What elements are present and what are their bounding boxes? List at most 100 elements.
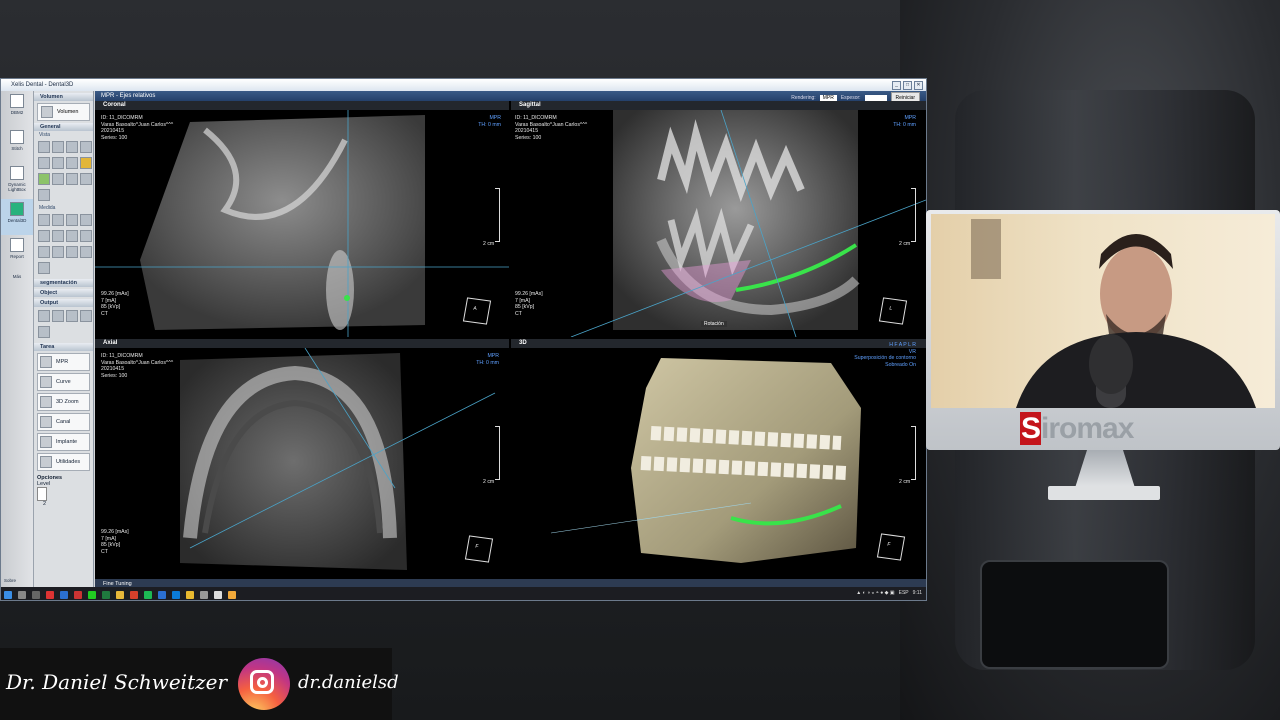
close-button[interactable]: ✕	[914, 81, 923, 90]
warning-icon[interactable]	[80, 157, 92, 169]
axial-image	[180, 348, 496, 570]
maximize-button[interactable]: □	[903, 81, 912, 90]
app-icon-1[interactable]	[46, 591, 54, 599]
app-sidebar: DBM2 Stitch Dynamic LightBox Dental3D Re…	[1, 91, 34, 589]
task-implante-button[interactable]: Implante	[37, 433, 90, 451]
object-header[interactable]: Object	[34, 289, 93, 297]
axial-view[interactable]: Axial ID: 11_DICOMRM Varas Basoalto^Juan …	[95, 339, 509, 575]
orientation-cube-coronal[interactable]: A	[462, 297, 492, 325]
instagram-handle[interactable]: dr.danielsd	[298, 672, 399, 693]
sidebar-item-lightbox[interactable]: Dynamic LightBox	[1, 163, 33, 199]
sagittal-scale-label: 2 cm	[899, 241, 911, 247]
chrome-icon[interactable]	[186, 591, 194, 599]
orientation-cube-axial[interactable]: F	[464, 535, 494, 563]
ruler-icon[interactable]	[38, 214, 50, 226]
film-icon[interactable]	[80, 310, 92, 322]
angle-icon[interactable]	[52, 214, 64, 226]
trash-icon[interactable]	[80, 246, 92, 258]
light-icon[interactable]	[38, 189, 50, 201]
sidebar-item-report[interactable]: Report	[1, 235, 33, 271]
3d-view[interactable]: 3D H F A P L R VR Superposición de conto…	[511, 339, 926, 575]
window-title: Xelis Dental - Dental3D	[11, 82, 74, 88]
rotation-label[interactable]: Rotación	[701, 321, 727, 327]
app-icon-2[interactable]	[60, 591, 68, 599]
axial-patient-info: ID: 11_DICOMRM Varas Basoalto^Juan Carlos…	[101, 353, 174, 379]
excel-icon[interactable]	[102, 591, 110, 599]
sidebar-about[interactable]: Sobre	[4, 578, 16, 583]
zoom-icon[interactable]	[66, 141, 78, 153]
volume-icon	[41, 106, 53, 118]
app-icon-9[interactable]	[228, 591, 236, 599]
task-utilidades-button[interactable]: Utilidades	[37, 453, 90, 471]
flip-icon[interactable]	[52, 157, 64, 169]
utilities-icon	[40, 456, 52, 468]
tray-icons[interactable]: ▲ ◐ ◑ ◒ ◓ ● ◆ ▣	[856, 590, 894, 596]
task-mpr-button[interactable]: MPR	[37, 353, 90, 371]
spotify-icon[interactable]	[144, 591, 152, 599]
pointer-icon[interactable]	[38, 246, 50, 258]
app-icon-3[interactable]	[74, 591, 82, 599]
folder-icon[interactable]	[116, 591, 124, 599]
copy-icon[interactable]	[52, 173, 64, 185]
arrow-icon[interactable]	[66, 230, 78, 242]
background-scanner-screen	[980, 560, 1169, 669]
sidebar-item-stitch[interactable]: Stitch	[1, 127, 33, 163]
app-icon-8[interactable]	[214, 591, 222, 599]
language-indicator[interactable]: ESP	[899, 590, 909, 596]
task-curve-button[interactable]: Curve	[37, 373, 90, 391]
clipboard-icon[interactable]	[38, 262, 50, 274]
target-icon[interactable]	[80, 173, 92, 185]
output-header[interactable]: Output	[34, 299, 93, 307]
windows-taskbar: ▲ ◐ ◑ ◒ ◓ ● ◆ ▣ ESP 9:11	[1, 587, 926, 600]
tarea-header[interactable]: Tarea	[34, 343, 93, 351]
orientation-cube-sagittal[interactable]: L	[878, 297, 908, 325]
export-icon[interactable]	[66, 310, 78, 322]
start-icon[interactable]	[4, 591, 12, 599]
search-icon[interactable]	[18, 591, 26, 599]
instagram-icon[interactable]	[238, 658, 290, 710]
volumen-button[interactable]: Volumen	[37, 103, 90, 121]
app-icon-4[interactable]	[130, 591, 138, 599]
presenter-image	[971, 219, 1256, 408]
area-icon[interactable]	[80, 214, 92, 226]
stamp-icon[interactable]	[66, 246, 78, 258]
minimize-button[interactable]: _	[892, 81, 901, 90]
layout-icon[interactable]	[66, 173, 78, 185]
disc-icon[interactable]	[38, 326, 50, 338]
sidebar-item-dental3d[interactable]: Dental3D	[1, 199, 33, 235]
sidebar-item-dbm2[interactable]: DBM2	[1, 91, 33, 127]
zoom3d-icon	[40, 396, 52, 408]
general-header[interactable]: General	[34, 123, 93, 131]
text-icon[interactable]	[80, 230, 92, 242]
3d-render-image	[550, 358, 861, 563]
whatsapp-icon[interactable]	[88, 591, 96, 599]
app-icon-7[interactable]	[200, 591, 208, 599]
arc-icon[interactable]	[66, 214, 78, 226]
scissors-icon[interactable]	[66, 157, 78, 169]
stitch-icon	[10, 130, 24, 144]
camera-icon[interactable]	[38, 310, 50, 322]
level-slider[interactable]	[37, 487, 47, 501]
task-canal-button[interactable]: Canal	[37, 413, 90, 431]
app-icon-6[interactable]	[172, 591, 180, 599]
coronal-view[interactable]: Coronal ID: 11_DICOMRM Varas Basoalto^Ju…	[95, 101, 509, 337]
task-3dzoom-button[interactable]: 3D Zoom	[37, 393, 90, 411]
clock[interactable]: 9:11	[913, 590, 922, 596]
task-view-icon[interactable]	[32, 591, 40, 599]
polygon-icon[interactable]	[52, 230, 64, 242]
move-icon[interactable]	[38, 157, 50, 169]
profile-icon[interactable]	[38, 230, 50, 242]
eraser-icon[interactable]	[52, 246, 64, 258]
orientation-cube-3d[interactable]: F	[876, 533, 906, 561]
window-level-icon[interactable]	[80, 141, 92, 153]
coronal-scale-label: 2 cm	[483, 241, 495, 247]
print-icon[interactable]	[52, 310, 64, 322]
volumen-header[interactable]: Volumen	[34, 93, 93, 101]
segmentacion-header[interactable]: segmentación	[34, 279, 93, 287]
sagittal-view[interactable]: Sagittal ID: 11_DICOMRM Varas Basoalto^J…	[511, 101, 926, 337]
app-icon-5[interactable]	[158, 591, 166, 599]
pan-icon[interactable]	[38, 141, 50, 153]
toggle-icon[interactable]	[38, 173, 50, 185]
sidebar-item-more[interactable]: Más	[1, 271, 33, 285]
rotate-icon[interactable]	[52, 141, 64, 153]
